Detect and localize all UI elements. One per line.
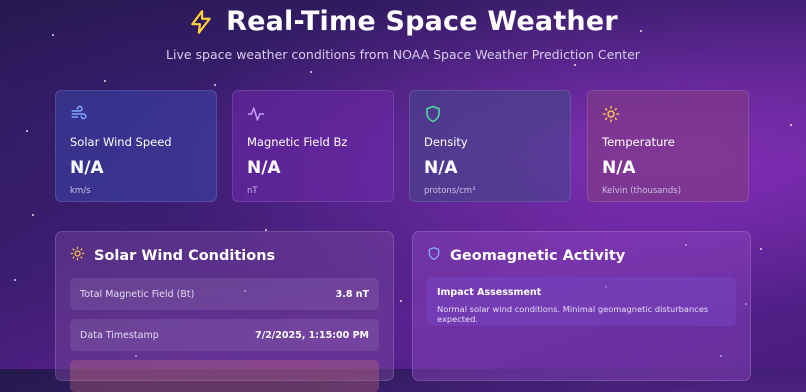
stat-label: Temperature [602,135,675,149]
impact-assessment-box: Impact Assessment Normal solar wind cond… [427,277,736,326]
data-timestamp-row: Data Timestamp 7/2/2025, 1:15:00 PM [70,319,379,351]
star [32,214,34,216]
sun-icon [70,246,85,265]
wind-icon [70,105,88,123]
row-value: 3.8 nT [335,288,369,300]
stat-card-density: Density N/A protons/cm³ [409,90,571,202]
stat-label: Density [424,135,468,149]
stat-label: Magnetic Field Bz [247,135,348,149]
panel-title: Geomagnetic Activity [427,246,625,265]
stat-card-solar-wind-speed: Solar Wind Speed N/A km/s [55,90,217,202]
star [400,300,402,302]
stat-value: N/A [70,158,104,178]
page-header: Real-Time Space Weather Live space weath… [0,0,806,62]
solar-wind-title: Solar Wind Conditions [94,247,276,264]
stat-card-magnetic-field-bz: Magnetic Field Bz N/A nT [232,90,394,202]
total-magnetic-field-row: Total Magnetic Field (Bt) 3.8 nT [70,278,379,310]
shield-icon [424,105,442,123]
activity-icon [247,105,265,123]
page-title: Real-Time Space Weather [226,6,618,37]
geomagnetic-panel: Geomagnetic Activity Impact Assessment N… [412,231,751,381]
row-label: Data Timestamp [80,329,159,341]
shield-icon [427,246,441,265]
lightning-icon [188,8,214,36]
star [310,71,312,73]
star [760,248,762,250]
sun-icon [602,105,620,123]
row-label: Total Magnetic Field (Bt) [80,288,195,300]
stat-unit: Kelvin (thousands) [602,186,682,196]
star [574,64,576,66]
star [790,124,792,126]
status-row [70,360,379,392]
panel-title: Solar Wind Conditions [70,246,275,265]
page-subtitle: Live space weather conditions from NOAA … [166,47,640,62]
stat-unit: protons/cm³ [424,186,476,196]
stat-unit: km/s [70,186,91,196]
stat-value: N/A [247,158,281,178]
stat-label: Solar Wind Speed [70,135,172,149]
star [214,84,216,86]
row-value: 7/2/2025, 1:15:00 PM [255,329,369,341]
geomagnetic-title: Geomagnetic Activity [450,247,626,264]
star [26,130,28,132]
stat-value: N/A [424,158,458,178]
impact-title: Impact Assessment [437,287,542,298]
impact-text: Normal solar wind conditions. Minimal ge… [437,304,709,324]
stat-card-temperature: Temperature N/A Kelvin (thousands) [587,90,749,202]
stat-value: N/A [602,158,636,178]
star [14,279,16,281]
star [104,80,106,82]
solar-wind-panel: Solar Wind Conditions Total Magnetic Fie… [55,231,394,392]
stat-unit: nT [247,186,258,196]
